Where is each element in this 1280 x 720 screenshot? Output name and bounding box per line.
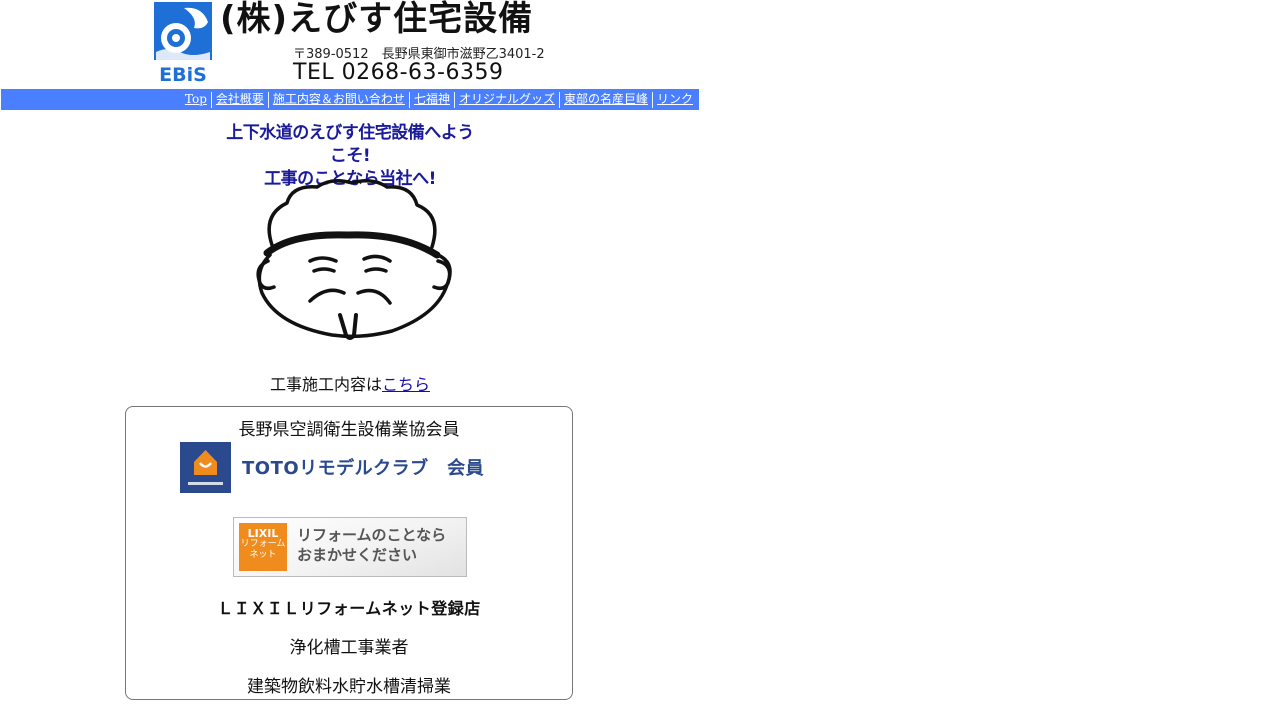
nav-link-links[interactable]: リンク: [653, 91, 697, 108]
works-info: 工事施工内容はこちら: [0, 371, 700, 395]
company-logo[interactable]: EBiS: [154, 2, 212, 84]
toto-remodel-club-banner[interactable]: TOTOリモデルクラブ 会員: [180, 442, 484, 494]
nav-link-works-contact[interactable]: 施工内容＆お問い合わせ: [269, 91, 409, 108]
nav-divider: [210, 91, 212, 108]
nav-divider: [651, 91, 653, 108]
lixil-banner-text: リフォームのことなら おまかせください: [297, 525, 446, 565]
company-name: (株)えびす住宅設備: [220, 0, 534, 39]
toto-remodel-club-text: TOTOリモデルクラブ 会員: [242, 458, 485, 479]
works-prefix: 工事施工内容は: [269, 375, 382, 394]
membership-box: 長野県空調衛生設備業協会員 TOTOリモデルクラブ 会員 LIXIL リフォーム…: [125, 406, 573, 700]
nav-bar: Top 会社概要 施工内容＆お問い合わせ 七福神 オリジナルグッズ 東部の名産巨…: [1, 89, 699, 110]
nav-link-original-goods[interactable]: オリジナルグッズ: [455, 91, 559, 108]
works-link[interactable]: こちら: [382, 375, 430, 394]
nav-divider: [267, 91, 269, 108]
lixil-reform-net-banner[interactable]: LIXIL リフォーム ネット リフォームのことなら おまかせください: [233, 517, 467, 577]
toto-remodel-house-icon: [180, 442, 231, 493]
lixil-logo: LIXIL リフォーム ネット: [239, 523, 287, 571]
nav-divider: [453, 91, 455, 108]
association-member-text: 長野県空調衛生設備業協会員: [238, 420, 460, 440]
page: EBiS (株)えびす住宅設備 〒389-0512 長野県東御市滋野乙3401-…: [0, 0, 1280, 720]
nav-link-seven-gods[interactable]: 七福神: [410, 91, 454, 108]
lixil-banner-line-2: おまかせください: [297, 546, 418, 564]
septic-tank-contractor-text: 浄化槽工事業者: [289, 638, 409, 658]
nav-link-top[interactable]: Top: [181, 91, 211, 108]
logo-text: EBiS: [159, 64, 207, 84]
ebisu-mascot-illustration: [256, 179, 452, 340]
lixil-logo-name: LIXIL: [247, 527, 279, 540]
nav-link-kyoho-grapes[interactable]: 東部の名産巨峰: [560, 91, 652, 108]
lixil-logo-sub2: ネット: [249, 550, 277, 560]
nav-divider: [408, 91, 410, 108]
site-header: EBiS (株)えびす住宅設備 〒389-0512 長野県東御市滋野乙3401-…: [150, 0, 550, 88]
nav-link-company[interactable]: 会社概要: [212, 91, 268, 108]
welcome-line-1: 上下水道のえびす住宅設備へようこそ!: [226, 123, 474, 166]
water-tank-cleaning-text: 建築物飲料水貯水槽清掃業: [247, 677, 451, 697]
nav-divider: [558, 91, 560, 108]
lixil-logo-sub1: リフォーム: [240, 539, 286, 549]
company-tel: TEL 0268-63-6359: [293, 60, 504, 85]
lixil-banner-line-1: リフォームのことなら: [297, 526, 447, 544]
lixil-registered-text: ＬＩＸＩＬリフォームネット登録店: [217, 599, 481, 618]
